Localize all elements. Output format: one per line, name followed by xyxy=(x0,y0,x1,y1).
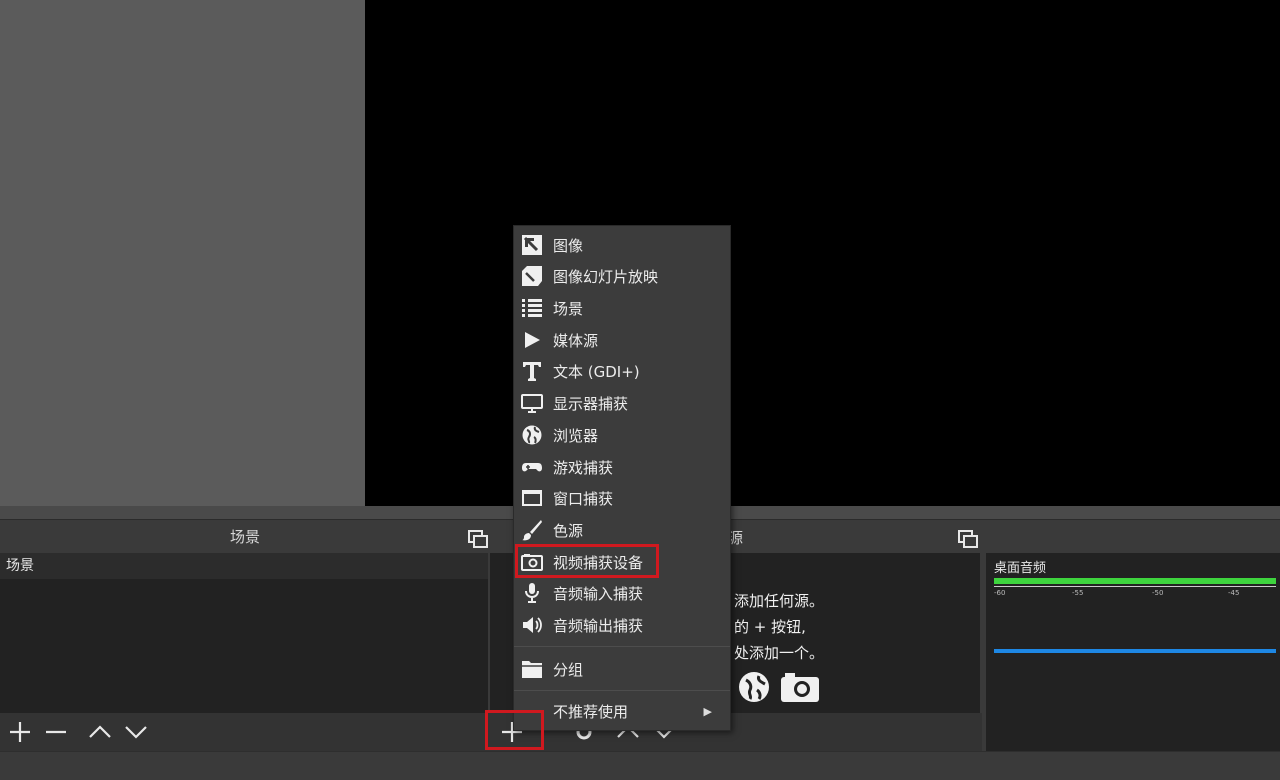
scenes-toolbar xyxy=(0,713,490,751)
add-source-context-menu: 图像 图像幻灯片放映 场景 媒体源 文本 (GDI+) 显示器捕获 浏览器 游戏… xyxy=(513,225,731,731)
speaker-icon xyxy=(520,613,544,637)
preview-canvas[interactable] xyxy=(365,0,1280,506)
scenes-list[interactable]: 场景 xyxy=(0,553,488,713)
menu-item-audio-output-capture[interactable]: 音频输出捕获 xyxy=(514,610,730,640)
submenu-arrow-icon: ▶ xyxy=(703,704,712,718)
add-scene-button[interactable] xyxy=(6,718,34,746)
gamepad-icon xyxy=(520,455,544,479)
list-icon xyxy=(520,296,544,320)
menu-item-image-slideshow[interactable]: 图像幻灯片放映 xyxy=(514,261,730,291)
audio-track-label: 桌面音频 xyxy=(994,561,1047,576)
folder-icon xyxy=(520,657,544,681)
audio-mixer-area: 桌面音频 -60 -55 -50 -45 xyxy=(986,553,1280,751)
undock-icon[interactable] xyxy=(468,530,488,548)
chevron-up-icon xyxy=(89,725,111,738)
slideshow-icon xyxy=(520,264,544,288)
meter-scale-label: -60 xyxy=(994,589,1006,597)
menu-item-display-capture[interactable]: 显示器捕获 xyxy=(514,388,730,418)
menu-item-browser[interactable]: 浏览器 xyxy=(514,420,730,450)
camera-icon xyxy=(780,669,820,705)
microphone-icon xyxy=(520,581,544,605)
menu-item-image[interactable]: 图像 xyxy=(514,230,730,260)
sources-empty-hint-line-1: 添加任何源。 xyxy=(734,592,825,610)
left-canvas-area xyxy=(0,0,365,506)
scenes-dock-title: 场景 xyxy=(229,528,260,546)
highlight-add-source-button xyxy=(485,710,544,750)
menu-item-text-gdi[interactable]: 文本 (GDI+) xyxy=(514,356,730,386)
plus-icon xyxy=(10,722,30,742)
meter-scale-label: -55 xyxy=(1072,589,1084,597)
sources-hint-icons xyxy=(734,669,820,705)
menu-item-color-source[interactable]: 色源 xyxy=(514,515,730,545)
chevron-down-icon xyxy=(125,726,147,739)
volume-meter xyxy=(994,578,1276,584)
globe-icon xyxy=(734,669,774,705)
monitor-icon xyxy=(520,391,544,415)
image-icon xyxy=(520,233,544,257)
menu-item-audio-input-capture[interactable]: 音频输入捕获 xyxy=(514,578,730,608)
scene-list-item[interactable]: 场景 xyxy=(0,553,488,579)
brush-icon xyxy=(520,518,544,542)
minus-icon xyxy=(46,730,66,734)
menu-item-group[interactable]: 分组 xyxy=(514,654,730,684)
undock-icon[interactable] xyxy=(958,530,978,548)
move-scene-up-button[interactable] xyxy=(86,718,114,746)
remove-scene-button[interactable] xyxy=(42,718,70,746)
audio-mixer-dock: 桌面音频 -60 -55 -50 -45 xyxy=(958,521,1280,751)
globe-icon xyxy=(520,423,544,447)
play-icon xyxy=(520,328,544,352)
scenes-dock: 场景 场景 xyxy=(0,521,490,751)
move-scene-down-button[interactable] xyxy=(122,718,150,746)
sources-empty-hint-line-2: 的 + 按钮, xyxy=(734,618,806,636)
highlight-video-capture-device xyxy=(515,544,659,578)
menu-separator xyxy=(514,646,730,647)
menu-item-media-source[interactable]: 媒体源 xyxy=(514,325,730,355)
status-bar xyxy=(0,751,1280,780)
text-icon xyxy=(520,359,544,383)
meter-scale-label: -45 xyxy=(1228,589,1240,597)
menu-item-window-capture[interactable]: 窗口捕获 xyxy=(514,483,730,513)
window-icon xyxy=(520,486,544,510)
menu-separator xyxy=(514,690,730,691)
volume-slider[interactable] xyxy=(994,649,1276,653)
menu-item-game-capture[interactable]: 游戏捕获 xyxy=(514,452,730,482)
sources-empty-hint-line-3: 处添加一个。 xyxy=(734,644,825,662)
menu-item-scene[interactable]: 场景 xyxy=(514,293,730,323)
meter-scale-label: -50 xyxy=(1152,589,1164,597)
menu-item-deprecated[interactable]: 不推荐使用 ▶ xyxy=(514,696,730,726)
